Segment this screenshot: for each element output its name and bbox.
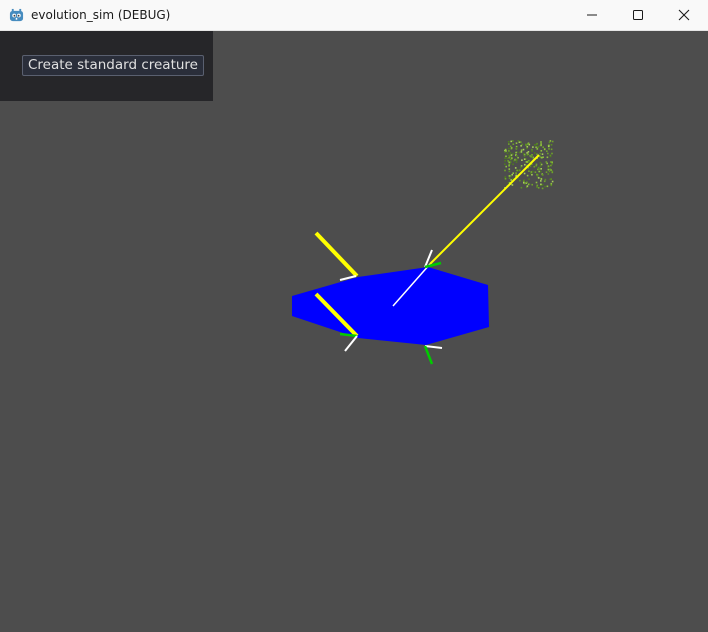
limb-upper-left: [314, 231, 359, 278]
create-standard-creature-button[interactable]: Create standard creature: [22, 55, 204, 76]
close-icon: [678, 9, 690, 21]
godot-app-icon: [9, 8, 24, 22]
maximize-button[interactable]: [615, 0, 661, 30]
title-bar[interactable]: evolution_sim (DEBUG): [0, 0, 708, 31]
joint-lower-right: [423, 345, 443, 365]
app-window: evolution_sim (DEBUG) Create standard cr…: [0, 0, 708, 632]
joint-lower-left: [339, 332, 358, 352]
close-button[interactable]: [661, 0, 707, 30]
creature-body: [292, 267, 489, 345]
simulation-viewport[interactable]: Create standard creature: [0, 31, 708, 632]
joint-upper-right: [424, 249, 442, 269]
window-title: evolution_sim (DEBUG): [31, 8, 171, 22]
maximize-icon: [633, 10, 643, 20]
control-panel: Create standard creature: [0, 31, 213, 101]
simulation-canvas: [292, 140, 554, 365]
minimize-button[interactable]: [569, 0, 615, 30]
minimize-icon: [587, 14, 597, 16]
sensor-line-to-food: [429, 154, 540, 265]
